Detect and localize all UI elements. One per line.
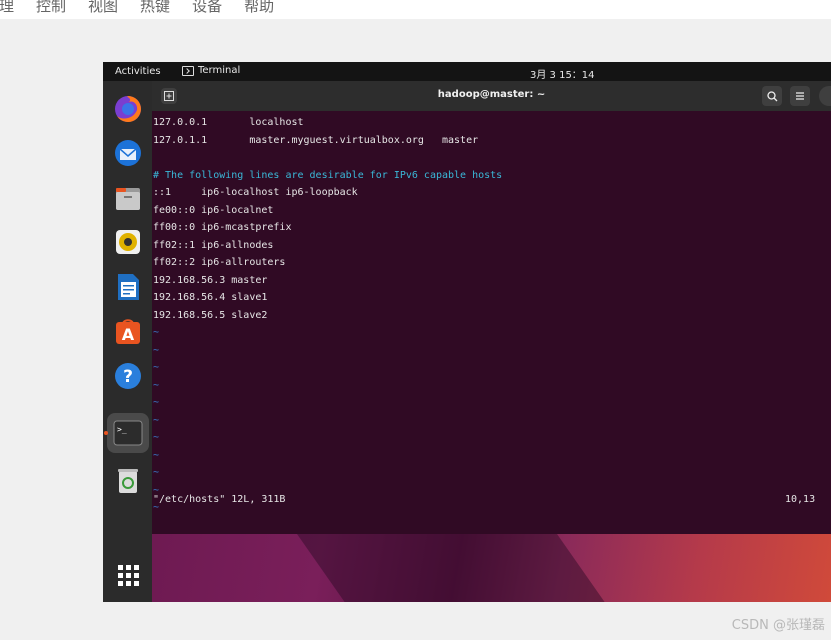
vim-cursor-position: 10,13 xyxy=(785,494,816,505)
csdn-watermark: CSDN @张瑾磊 xyxy=(731,618,825,633)
vim-empty-line: ~ xyxy=(153,397,160,408)
files-icon[interactable] xyxy=(112,182,144,214)
search-icon xyxy=(766,90,777,101)
dock: A ? >_ xyxy=(103,81,152,602)
host-menu-bar: 理 控制 视图 热键 设备 帮助 xyxy=(0,0,831,19)
terminal-line: ff02::1 ip6-allnodes xyxy=(153,239,274,251)
activities-button[interactable]: Activities xyxy=(115,66,161,77)
minimize-button[interactable] xyxy=(819,86,831,106)
terminal-line: 192.168.56.3 master xyxy=(153,274,268,286)
trash-icon[interactable] xyxy=(112,464,144,496)
svg-text:?: ? xyxy=(123,367,133,387)
writer-icon[interactable] xyxy=(112,271,144,303)
terminal-line: 127.0.0.1 localhost xyxy=(153,117,304,128)
terminal-line: 192.168.56.4 slave1 xyxy=(153,292,268,303)
vim-empty-line: ~ xyxy=(153,344,160,356)
terminal-title: hadoop@master: ~ xyxy=(437,89,546,100)
menu-button[interactable] xyxy=(790,86,810,106)
help-icon[interactable]: ? xyxy=(112,360,144,392)
clock[interactable]: 3月 3 15：14 xyxy=(530,66,595,81)
host-menu-item[interactable]: 理 xyxy=(0,0,14,16)
terminal-content[interactable]: "/etc/hosts" 12L, 311B 10,13 127.0.0.1 l… xyxy=(153,111,831,534)
app-menu-terminal[interactable]: Terminal xyxy=(182,65,240,76)
host-menu-view[interactable]: 视图 xyxy=(88,0,118,16)
svg-text:A: A xyxy=(122,325,135,344)
svg-text:>_: >_ xyxy=(117,425,127,434)
terminal-line: 192.168.56.5 slave2 xyxy=(153,309,268,321)
host-menu-help[interactable]: 帮助 xyxy=(244,0,274,16)
terminal-icon[interactable]: >_ xyxy=(112,417,144,449)
show-apps-icon[interactable] xyxy=(118,565,139,586)
app-menu-label: Terminal xyxy=(198,65,241,76)
terminal-headerbar: hadoop@master: ~ xyxy=(152,81,831,111)
search-button[interactable] xyxy=(762,86,782,106)
terminal-line: fe00::0 ip6-localnet xyxy=(153,204,274,216)
vim-empty-line: ~ xyxy=(153,379,160,391)
desktop-wallpaper xyxy=(152,534,831,602)
terminal-line: ff00::0 ip6-mcastprefix xyxy=(153,222,292,233)
vim-empty-line: ~ xyxy=(153,502,160,513)
hamburger-icon xyxy=(796,92,804,100)
terminal-line: # The following lines are desirable for … xyxy=(153,169,503,181)
vim-empty-line: ~ xyxy=(153,449,160,461)
terminal-line: ff02::2 ip6-allrouters xyxy=(153,257,286,268)
running-indicator xyxy=(104,431,108,435)
vim-empty-line: ~ xyxy=(153,467,160,478)
terminal-window: hadoop@master: ~ "/etc/hosts" 12L, 311B … xyxy=(152,81,831,534)
software-icon[interactable]: A xyxy=(112,315,144,347)
thunderbird-icon[interactable] xyxy=(112,137,144,169)
firefox-icon[interactable] xyxy=(112,93,144,125)
host-menu-control[interactable]: 控制 xyxy=(36,0,66,16)
terminal-small-icon xyxy=(182,65,194,76)
vim-empty-line: ~ xyxy=(153,327,160,338)
vim-empty-line: ~ xyxy=(153,414,160,426)
host-menu-hotkeys[interactable]: 热键 xyxy=(140,0,170,16)
vm-screen: Activities Terminal 3月 3 15：14 A ? >_ ha… xyxy=(103,62,831,602)
gnome-top-bar: Activities Terminal 3月 3 15：14 xyxy=(103,62,831,81)
vim-status-file: "/etc/hosts" 12L, 311B xyxy=(153,494,286,505)
rhythmbox-icon[interactable] xyxy=(112,226,144,258)
terminal-line: 127.0.1.1 master.myguest.virtualbox.org … xyxy=(153,134,479,146)
vim-empty-line: ~ xyxy=(153,484,160,496)
terminal-line: ::1 ip6-localhost ip6-loopback xyxy=(153,187,358,198)
host-menu-devices[interactable]: 设备 xyxy=(192,0,222,16)
vim-empty-line: ~ xyxy=(153,362,160,373)
vim-empty-line: ~ xyxy=(153,432,160,443)
